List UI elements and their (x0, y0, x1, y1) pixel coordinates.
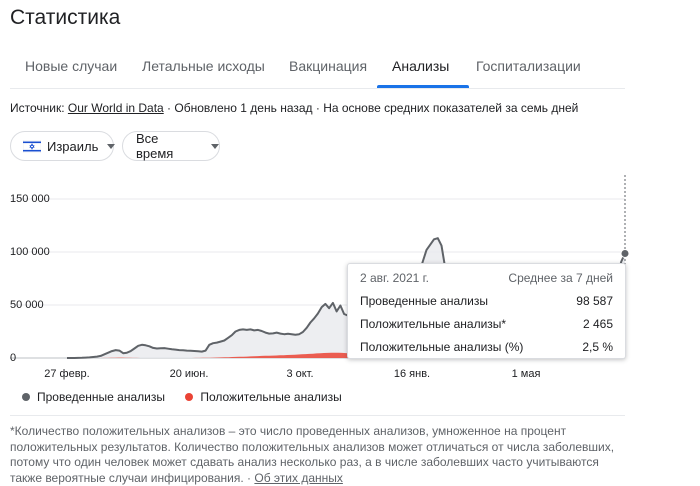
tooltip-caption: Среднее за 7 дней (508, 271, 613, 285)
country-label: Израиль (47, 138, 99, 154)
period-label: Все время (136, 131, 174, 161)
period-selector[interactable]: Все время (122, 131, 220, 161)
y-tick-label: 50 000 (10, 299, 44, 311)
source-prefix: Источник: (10, 101, 68, 115)
tooltip-row: Положительные анализы (%) 2,5 % (360, 340, 613, 356)
israel-flag-icon (22, 139, 42, 153)
legend-item-tests[interactable]: Проведенные анализы (22, 390, 165, 404)
y-tick-label: 150 000 (10, 193, 50, 205)
divider (10, 415, 625, 416)
tooltip-date: 2 авг. 2021 г. (360, 271, 429, 285)
tooltip-value: 98 587 (576, 294, 613, 308)
dropdown-arrow-icon (211, 143, 219, 149)
hover-point (620, 248, 630, 258)
tab-deaths[interactable]: Летальные исходы (142, 58, 265, 74)
active-tab-indicator (377, 85, 469, 88)
x-axis: 27 февр. 20 июн. 3 окт. 16 янв. 1 мая (44, 368, 540, 380)
tab-vaccination[interactable]: Вакцинация (289, 58, 367, 74)
about-data-link[interactable]: Об этих данных (254, 471, 343, 485)
tooltip-label: Проведенные анализы (360, 294, 488, 308)
country-selector[interactable]: Израиль (10, 131, 116, 161)
footnote: *Количество положительных анализов – это… (10, 424, 625, 486)
tab-bar: Новые случаи Летальные исходы Вакцинация… (10, 46, 625, 89)
tab-new-cases[interactable]: Новые случаи (25, 58, 117, 74)
tooltip-header: 2 авг. 2021 г. Среднее за 7 дней (360, 271, 613, 287)
dropdown-arrow-icon (107, 143, 116, 149)
y-tick-label: 0 (10, 352, 16, 364)
legend-label: Положительные анализы (200, 390, 342, 404)
tooltip-label: Положительные анализы* (360, 317, 507, 331)
legend-item-positive[interactable]: Положительные анализы (185, 390, 342, 404)
tooltip-row: Проведенные анализы 98 587 (360, 294, 613, 310)
updated-text: · Обновлено 1 день назад (163, 101, 313, 115)
footnote-separator: · (243, 470, 255, 485)
tooltip-row: Положительные анализы* 2 465 (360, 317, 613, 333)
legend-dot-icon (22, 392, 30, 401)
chart-legend: Проведенные анализы Положительные анализ… (22, 390, 342, 404)
chart-tooltip: 2 авг. 2021 г. Среднее за 7 дней Проведе… (347, 263, 626, 359)
x-tick-label: 3 окт. (286, 368, 313, 380)
tooltip-value: 2 465 (582, 317, 613, 331)
legend-dot-icon (185, 392, 194, 401)
page-title: Статистика (10, 6, 121, 29)
basis-text: · На основе средних показателей за семь … (312, 101, 579, 115)
tooltip-label: Положительные анализы (%) (360, 340, 524, 354)
tab-tests[interactable]: Анализы (392, 58, 449, 74)
source-link[interactable]: Our World in Data (68, 101, 164, 115)
x-tick-label: 1 мая (512, 368, 541, 380)
tab-hospitalizations[interactable]: Госпитализации (476, 58, 581, 74)
source-line: Источник: Our World in Data · Обновлено … (10, 101, 578, 115)
x-tick-label: 27 февр. (44, 368, 89, 380)
tooltip-value: 2,5 % (582, 340, 613, 354)
y-tick-label: 100 000 (10, 246, 50, 258)
x-tick-label: 16 янв. (394, 368, 430, 380)
legend-label: Проведенные анализы (37, 390, 165, 404)
x-tick-label: 20 июн. (170, 368, 209, 380)
